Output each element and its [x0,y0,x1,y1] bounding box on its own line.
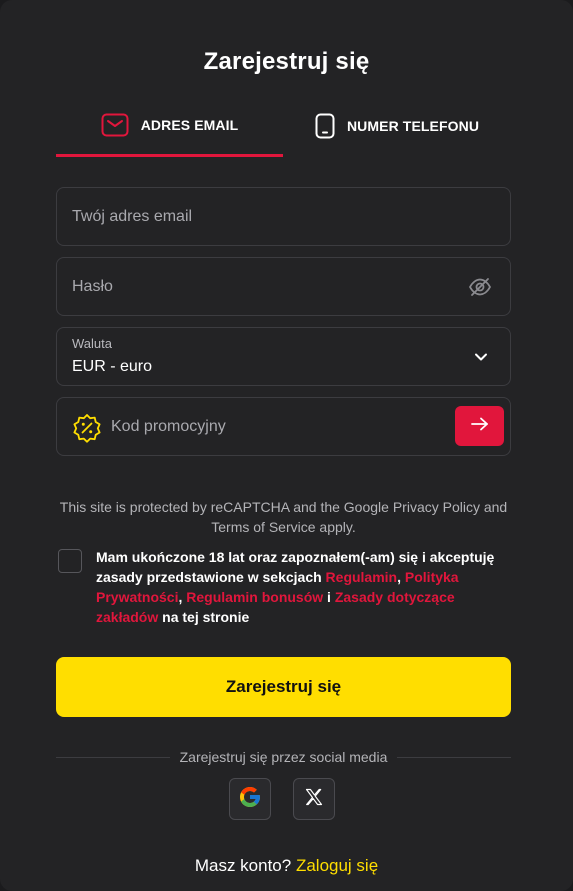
divider-line-right [397,756,511,758]
consent-sep-1: , [397,569,405,585]
bonus-terms-link[interactable]: Regulamin bonusów [186,589,323,605]
divider-line-left [56,756,170,758]
tab-phone-label: NUMER TELEFONU [346,118,480,134]
currency-value: EUR - euro [72,358,153,375]
arrow-right-icon [470,416,490,437]
eye-off-icon[interactable] [468,275,492,299]
mail-icon [101,113,129,137]
tab-phone[interactable]: NUMER TELEFONU [283,103,511,157]
consent-checkbox[interactable] [58,549,82,573]
tab-email[interactable]: ADRES EMAIL [56,103,283,157]
consent-text-after: na tej stronie [158,609,250,625]
password-field [56,257,511,316]
x-signin-button[interactable] [293,778,335,820]
promo-submit-button[interactable] [455,406,504,446]
terms-link[interactable]: Regulamin [326,569,398,585]
google-signin-button[interactable] [229,778,271,820]
tab-email-label: ADRES EMAIL [140,117,239,133]
registration-tabs: ADRES EMAIL NUMER TELEFONU [56,103,511,157]
email-input[interactable] [72,188,452,245]
chevron-down-icon [474,350,488,369]
google-icon [238,785,262,814]
currency-label: Waluta [72,336,112,351]
page-title: Zarejestruj się [203,48,370,75]
consent-text: Mam ukończone 18 lat oraz zapoznałem(-am… [96,547,506,627]
social-divider-text: Zarejestruj się przez social media [179,749,388,765]
recaptcha-notice: This site is protected by reCAPTCHA and … [59,499,508,535]
password-input[interactable] [72,258,452,315]
registration-modal: Zarejestruj się ADRES EMAIL NUMER TELEFO… [0,0,573,891]
currency-select[interactable]: Waluta EUR - euro [56,327,511,386]
percent-badge-icon [72,413,102,448]
promo-code-field [56,397,511,456]
login-prompt-text: Masz konto? [194,856,292,875]
x-icon [304,787,324,812]
promo-code-input[interactable] [111,398,441,455]
register-button[interactable]: Zarejestruj się [56,657,511,717]
login-link[interactable]: Zaloguj się [296,856,378,875]
email-field [56,187,511,246]
consent-sep-3: i [323,589,335,605]
phone-icon [315,113,335,139]
login-prompt: Masz konto? Zaloguj się [0,856,573,876]
social-divider: Zarejestruj się przez social media [56,747,511,767]
